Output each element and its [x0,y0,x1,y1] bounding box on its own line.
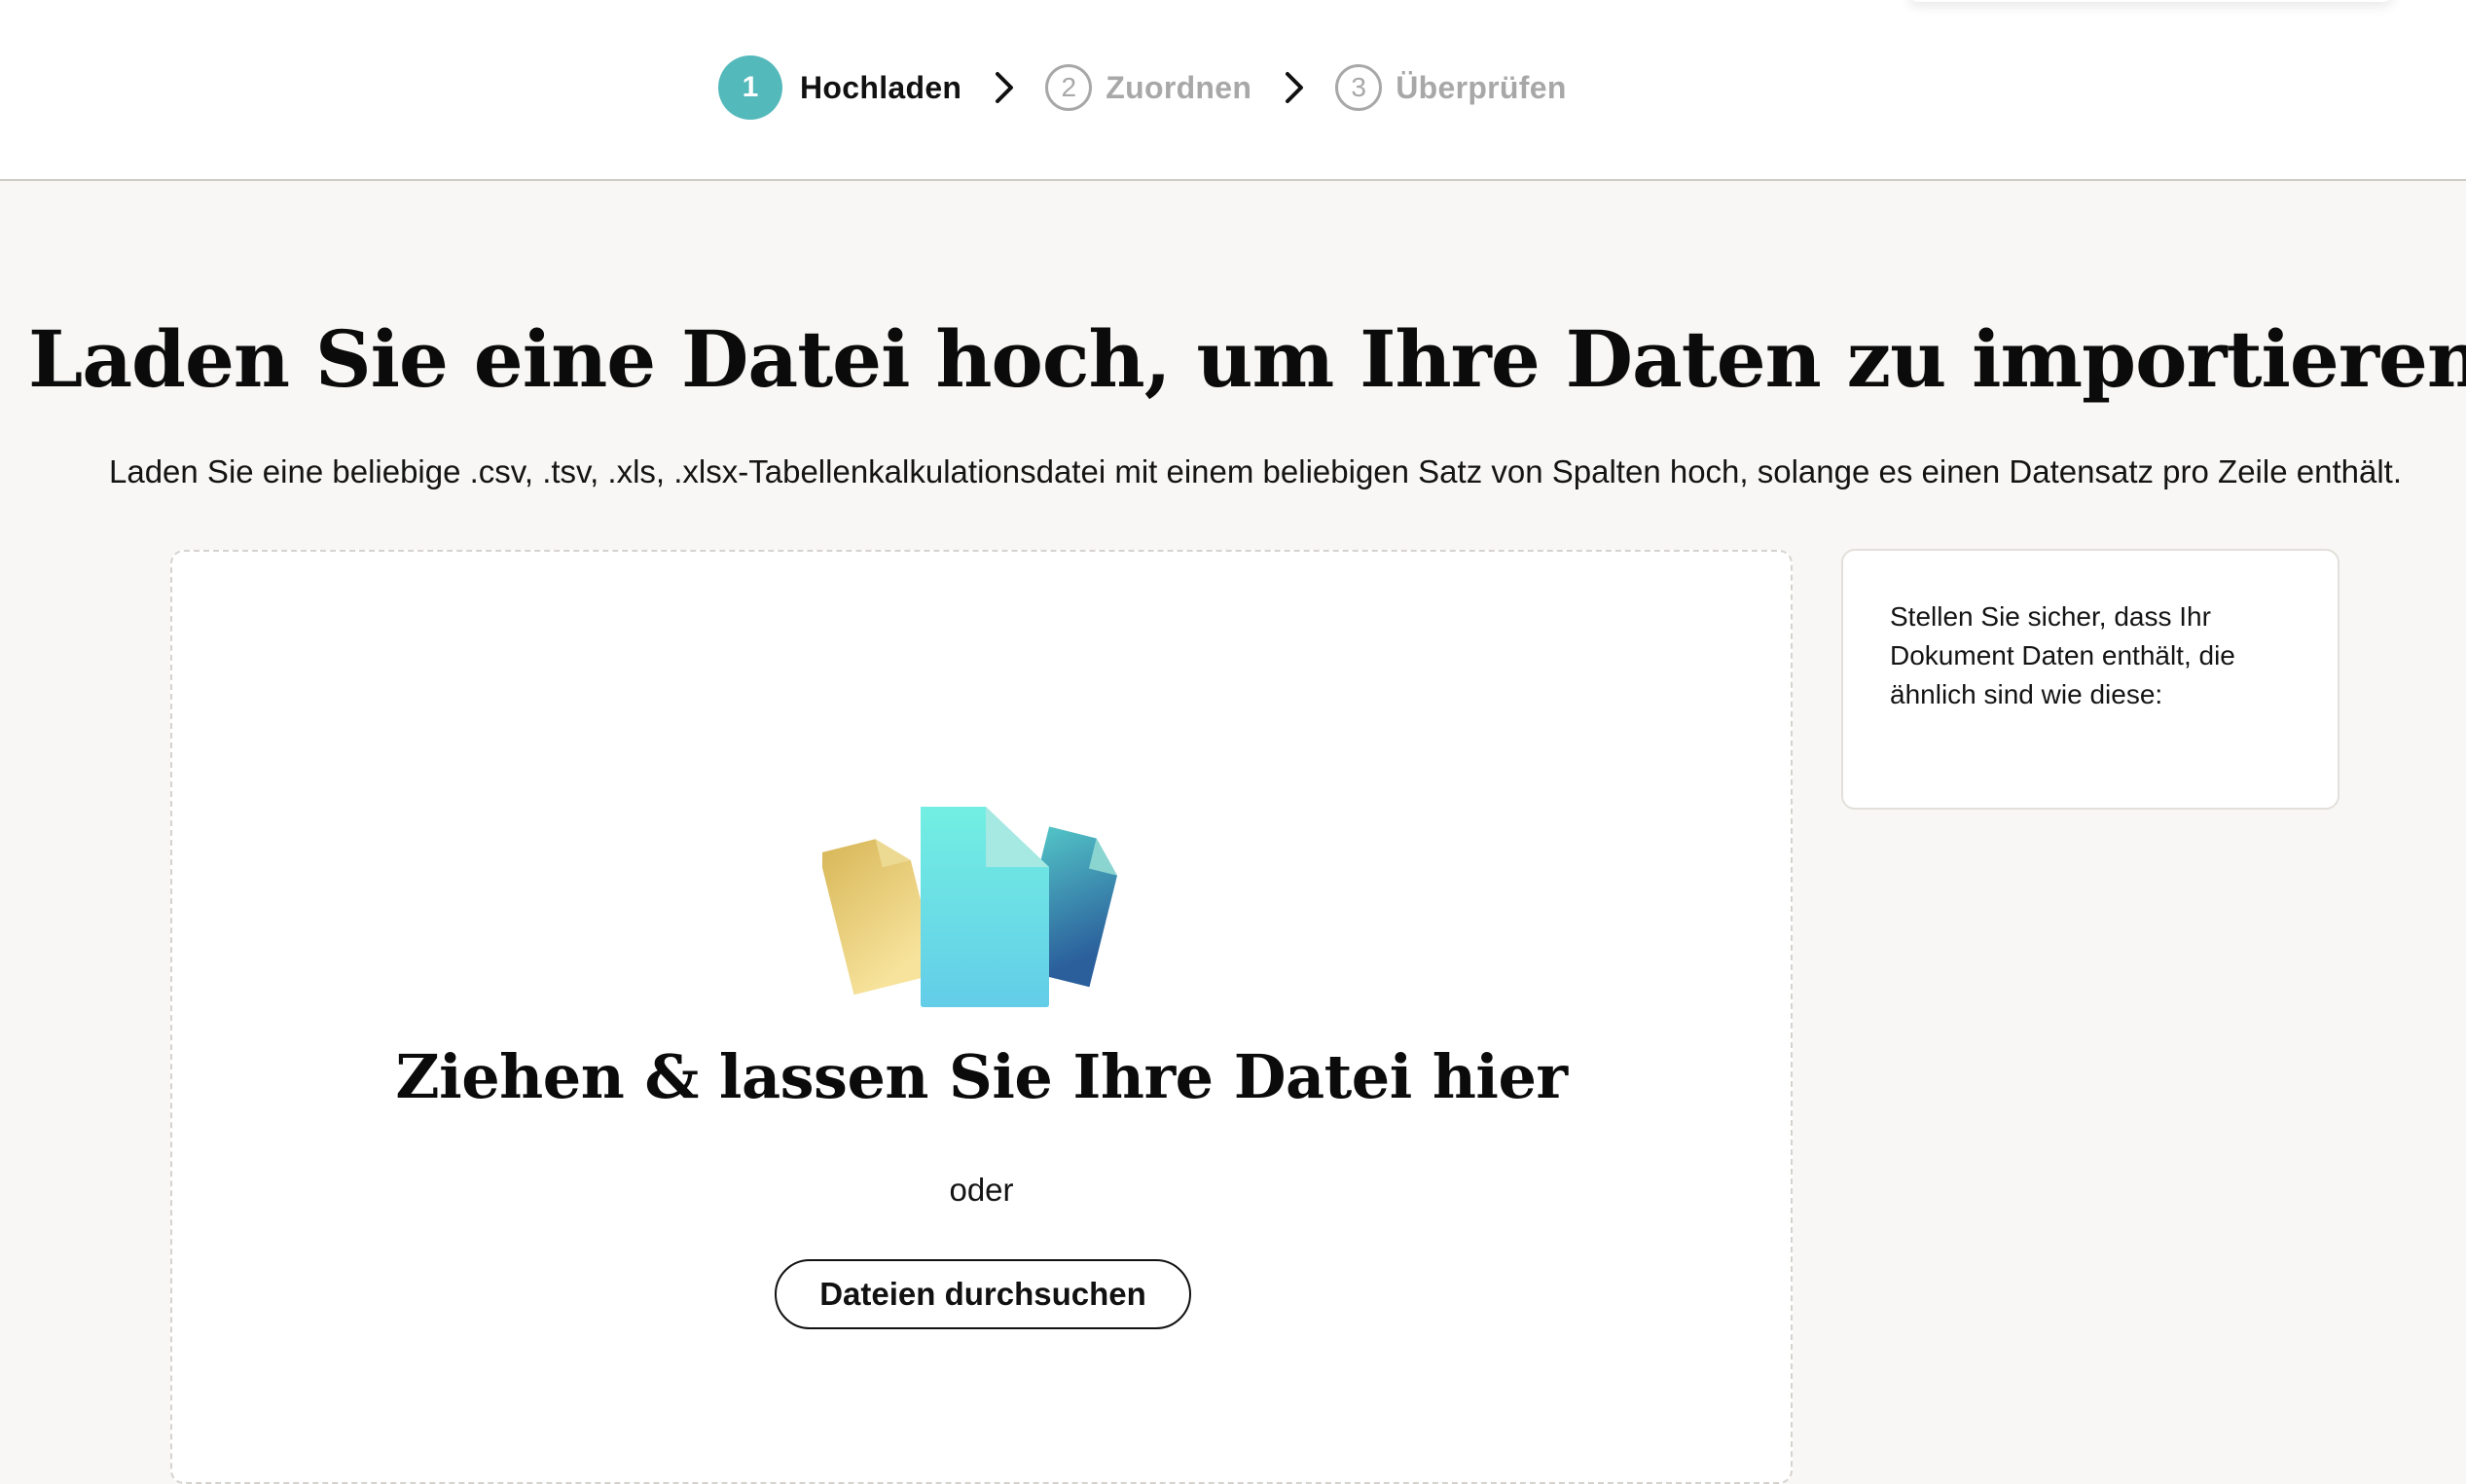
header: 1 Hochladen 2 Zuordnen 3 Überprüfen [0,0,2466,181]
step-map[interactable]: 2 Zuordnen [1045,64,1251,111]
dropzone-title: Ziehen & lassen Sie Ihre Datei hier [395,1041,1568,1112]
chevron-right-icon [993,70,1016,105]
step-review[interactable]: 3 Überprüfen [1335,64,1566,111]
example-data-hint: Stellen Sie sicher, dass Ihr Dokument Da… [1890,601,2235,709]
browse-files-button[interactable]: Dateien durchsuchen [775,1259,1191,1329]
step-label: Zuordnen [1106,69,1252,105]
page-subtitle: Laden Sie eine beliebige .csv, .tsv, .xl… [109,453,2402,489]
import-stepper: 1 Hochladen 2 Zuordnen 3 Überprüfen [718,55,1567,120]
step-number-badge: 1 [718,55,782,120]
chevron-right-icon [1283,70,1306,105]
step-number-badge: 2 [1045,64,1093,111]
files-illustration-icon [818,805,1143,1009]
header-dropdown-shadow [1907,0,2394,2]
step-upload[interactable]: 1 Hochladen [718,55,961,120]
step-label: Hochladen [800,69,962,105]
step-number-badge: 3 [1335,64,1383,111]
dropzone-or-label: oder [949,1172,1014,1208]
example-data-card: Stellen Sie sicher, dass Ihr Dokument Da… [1841,549,2339,810]
page-title: Laden Sie eine Datei hoch, um Ihre Daten… [27,313,2466,405]
step-label: Überprüfen [1396,69,1567,105]
file-dropzone[interactable]: Ziehen & lassen Sie Ihre Datei hier oder… [170,550,1793,1484]
